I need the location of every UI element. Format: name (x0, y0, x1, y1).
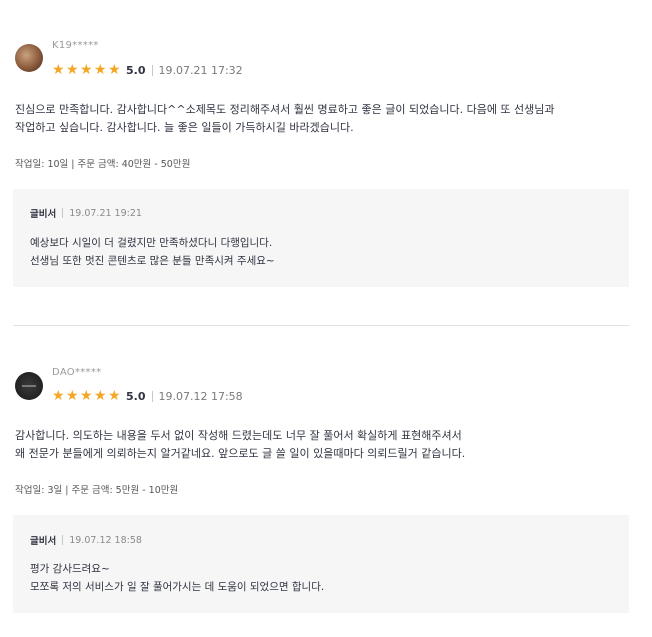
rating-score: 5.0 (126, 63, 146, 77)
reply-text: 예상보다 시일이 더 걸렸지만 만족하셨다니 다행입니다. 선생님 또한 멋진 … (30, 234, 610, 270)
review-text-line: 진심으로 만족합니다. 감사합니다^^소제목도 정리해주셔서 훨씬 명료하고 좋… (15, 103, 555, 116)
review-divider (13, 325, 629, 326)
star-icon: ★ (108, 388, 121, 404)
star-icon: ★ (66, 62, 79, 78)
divider (62, 535, 64, 545)
star-rating: ★ ★ ★ ★ ★ (52, 63, 122, 77)
reply-date: 19.07.12 18:58 (69, 534, 142, 546)
star-icon: ★ (80, 62, 93, 78)
review-text-line: 작업하고 싶습니다. 감사합니다. 늘 좋은 일들이 가득하시길 바라겠습니다. (15, 121, 354, 134)
reply-header: 글비서 19.07.12 18:58 (30, 533, 142, 548)
review-username: K19***** (52, 40, 99, 51)
review-text: 감사합니다. 의도하는 내용을 두서 없이 작성해 드렸는데도 너무 잘 풀어서… (15, 427, 635, 463)
seller-reply: 글비서 19.07.21 19:21 예상보다 시일이 더 걸렸지만 만족하셨다… (13, 189, 629, 287)
avatar-logo (22, 385, 36, 387)
review-text-line: 왜 전문가 분들에게 의뢰하는지 알거같네요. 앞으로도 글 쓸 일이 있을때마… (15, 447, 466, 460)
reply-text-line: 평가 감사드려요~ (30, 563, 110, 575)
review-date: 19.07.12 17:58 (158, 389, 243, 403)
order-meta: 작업일: 3일 | 주문 금액: 5만원 - 10만원 (15, 485, 179, 496)
rating-row: ★ ★ ★ ★ ★ 5.0 19.07.21 17:32 (52, 62, 243, 78)
rating-row: ★ ★ ★ ★ ★ 5.0 19.07.12 17:58 (52, 388, 243, 404)
star-icon: ★ (52, 388, 65, 404)
reply-author: 글비서 (30, 536, 57, 547)
reply-header: 글비서 19.07.21 19:21 (30, 206, 142, 221)
order-meta: 작업일: 10일 | 주문 금액: 40만원 - 50만원 (15, 159, 191, 170)
review-text-line: 감사합니다. 의도하는 내용을 두서 없이 작성해 드렸는데도 너무 잘 풀어서… (15, 429, 462, 442)
star-icon: ★ (108, 62, 121, 78)
reply-text: 평가 감사드려요~ 모쪼록 저의 서비스가 일 잘 풀어가시는 데 도움이 되었… (30, 560, 610, 596)
reply-author: 글비서 (30, 209, 57, 220)
star-icon: ★ (52, 62, 65, 78)
divider (62, 208, 64, 218)
review-text: 진심으로 만족합니다. 감사합니다^^소제목도 정리해주셔서 훨씬 명료하고 좋… (15, 101, 635, 137)
reply-text-line: 모쪼록 저의 서비스가 일 잘 풀어가시는 데 도움이 되었으면 합니다. (30, 581, 325, 593)
rating-score: 5.0 (126, 389, 146, 403)
reply-text-line: 예상보다 시일이 더 걸렸지만 만족하셨다니 다행입니다. (30, 237, 273, 249)
reply-text-line: 선생님 또한 멋진 콘텐츠로 많은 분들 만족시켜 주세요~ (30, 255, 275, 267)
divider (151, 64, 153, 76)
avatar[interactable] (15, 372, 43, 400)
star-rating: ★ ★ ★ ★ ★ (52, 389, 122, 403)
divider (151, 390, 153, 402)
star-icon: ★ (94, 62, 107, 78)
avatar[interactable] (15, 44, 43, 72)
review-username: DAO***** (52, 367, 102, 378)
review-date: 19.07.21 17:32 (158, 63, 243, 77)
star-icon: ★ (94, 388, 107, 404)
star-icon: ★ (80, 388, 93, 404)
star-icon: ★ (66, 388, 79, 404)
reply-date: 19.07.21 19:21 (69, 207, 142, 219)
seller-reply: 글비서 19.07.12 18:58 평가 감사드려요~ 모쪼록 저의 서비스가… (13, 515, 629, 613)
